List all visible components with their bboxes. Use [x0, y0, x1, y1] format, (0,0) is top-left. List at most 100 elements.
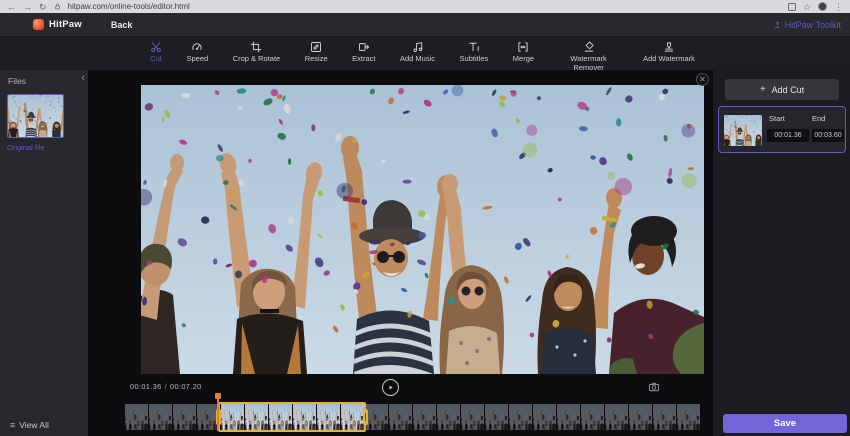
- filmstrip-frame[interactable]: [173, 404, 196, 430]
- app-window: ← → ↻ hitpaw.com/online-tools/editor.htm…: [0, 0, 850, 436]
- filmstrip-frame[interactable]: [437, 404, 460, 430]
- stamp-icon: [663, 41, 675, 53]
- selection-right-handle[interactable]: [363, 409, 368, 425]
- toolbar-item-resize[interactable]: Resize: [305, 41, 328, 64]
- toolbar-item-label: Crop & Rotate: [233, 55, 281, 64]
- files-panel-title: Files: [8, 76, 26, 86]
- toolbar-item-watermark-remover[interactable]: Watermark Remover: [559, 41, 619, 72]
- toolbar-items: Cut Speed Crop & Rotate Resize Extract Add Mu…: [150, 41, 695, 72]
- subtitles-icon: [468, 41, 480, 53]
- view-all-label: View All: [19, 420, 49, 430]
- sidebar-collapse-icon[interactable]: ‹: [81, 73, 85, 84]
- browser-forward-icon[interactable]: →: [23, 2, 32, 12]
- toolbar-item-label: Subtitles: [460, 55, 489, 64]
- watermark-remover-icon: [583, 41, 595, 53]
- snapshot-button[interactable]: [648, 380, 660, 398]
- cut-clip-card[interactable]: Start End 00:01.36 00:03.60: [718, 106, 846, 153]
- toolbar-item-speed[interactable]: Speed: [187, 41, 209, 64]
- view-all-button[interactable]: ≡ View All: [10, 420, 49, 430]
- filmstrip-frame[interactable]: [149, 404, 172, 430]
- save-button[interactable]: Save: [723, 414, 847, 433]
- file-thumbnail[interactable]: [7, 94, 64, 138]
- files-sidebar: Files ‹ Original file ≡ View All: [0, 70, 88, 436]
- play-button[interactable]: [382, 379, 399, 396]
- address-bar[interactable]: hitpaw.com/online-tools/editor.html: [68, 2, 190, 11]
- padlock-icon: [54, 3, 61, 10]
- file-name-label: Original file: [7, 143, 45, 152]
- toolbar-item-label: Add Music: [400, 55, 435, 64]
- add-cut-label: Add Cut: [772, 85, 805, 95]
- close-icon[interactable]: ✕: [696, 73, 709, 86]
- toolbar-item-label: Extract: [352, 55, 375, 64]
- video-preview[interactable]: [141, 85, 704, 374]
- filmstrip-frame[interactable]: [365, 404, 388, 430]
- toolbar-item-crop-rotate[interactable]: Crop & Rotate: [233, 41, 281, 64]
- filmstrip-frame[interactable]: [461, 404, 484, 430]
- browser-menu-icon[interactable]: ⋮: [834, 2, 843, 12]
- app-header: HitPaw Back HitPaw Toolkit: [0, 13, 850, 37]
- cut-panel: + Add Cut Start End 00:01.36 00:03.60 Sa…: [712, 70, 850, 436]
- toolbar-item-add-watermark[interactable]: Add Watermark: [643, 41, 695, 64]
- extensions-icon[interactable]: [788, 3, 796, 11]
- toolbar-item-merge[interactable]: Merge: [513, 41, 534, 64]
- filmstrip-frame[interactable]: [533, 404, 556, 430]
- timeline-filmstrip[interactable]: [125, 404, 702, 430]
- filmstrip-frame[interactable]: [605, 404, 628, 430]
- editor-toolbar: Cut Speed Crop & Rotate Resize Extract Add Mu…: [0, 37, 850, 70]
- arrow-up-icon: [773, 20, 782, 29]
- filmstrip-frame[interactable]: [485, 404, 508, 430]
- end-time-field[interactable]: 00:03.60: [812, 129, 844, 142]
- current-time: 00:01.36: [130, 382, 162, 391]
- bookmark-star-icon[interactable]: ☆: [803, 2, 811, 12]
- toolbar-item-add-music[interactable]: Add Music: [400, 41, 435, 64]
- resize-icon: [310, 41, 322, 53]
- toolbar-item-label: Add Watermark: [643, 55, 695, 64]
- toolbar-item-cut[interactable]: Cut: [150, 41, 162, 64]
- filmstrip-frame[interactable]: [125, 404, 148, 430]
- app-title: HitPaw: [49, 19, 82, 30]
- browser-profile-avatar[interactable]: [818, 2, 827, 11]
- filmstrip-frame[interactable]: [509, 404, 532, 430]
- play-icon: [386, 383, 395, 392]
- filmstrip-frame[interactable]: [557, 404, 580, 430]
- clip-thumbnail: [724, 115, 762, 146]
- browser-chrome: ← → ↻ hitpaw.com/online-tools/editor.htm…: [0, 0, 850, 13]
- toolbar-item-label: Resize: [305, 55, 328, 64]
- music-note-icon: [412, 41, 424, 53]
- start-label: Start: [769, 114, 785, 123]
- time-separator: /: [165, 382, 167, 391]
- toolbar-item-label: Speed: [187, 55, 209, 64]
- playhead[interactable]: [217, 396, 219, 431]
- add-cut-button[interactable]: + Add Cut: [725, 79, 839, 100]
- hitpaw-logo-icon: [33, 19, 44, 30]
- list-icon: ≡: [10, 420, 15, 430]
- merge-icon: [517, 41, 529, 53]
- playback-time: 00:01.36/00:07.20: [130, 382, 202, 391]
- plus-icon: +: [760, 84, 766, 95]
- filmstrip-frame[interactable]: [389, 404, 412, 430]
- back-button[interactable]: Back: [111, 20, 133, 30]
- browser-back-icon[interactable]: ←: [7, 2, 16, 12]
- toolbar-item-label: Merge: [513, 55, 534, 64]
- main-stage: ✕ 00:01.36/00:07.20: [88, 70, 712, 436]
- start-time-field[interactable]: 00:01.36: [767, 129, 809, 142]
- filmstrip-frame[interactable]: [677, 404, 700, 430]
- hitpaw-toolkit-link[interactable]: HitPaw Toolkit: [773, 20, 841, 30]
- crop-icon: [250, 41, 262, 53]
- total-time: 00:07.20: [170, 382, 202, 391]
- playhead-knob[interactable]: [215, 393, 221, 399]
- scissors-icon: [150, 41, 162, 53]
- browser-reload-icon[interactable]: ↻: [39, 2, 47, 12]
- filmstrip-frame[interactable]: [629, 404, 652, 430]
- toolbar-item-subtitles[interactable]: Subtitles: [460, 41, 489, 64]
- extract-icon: [358, 41, 370, 53]
- cut-selection-box[interactable]: [218, 402, 366, 432]
- filmstrip-frame[interactable]: [581, 404, 604, 430]
- end-label: End: [812, 114, 825, 123]
- filmstrip-frame[interactable]: [653, 404, 676, 430]
- toolbar-item-extract[interactable]: Extract: [352, 41, 375, 64]
- filmstrip-frame[interactable]: [413, 404, 436, 430]
- camera-icon: [648, 381, 660, 393]
- speedometer-icon: [191, 41, 203, 53]
- toolkit-link-label: HitPaw Toolkit: [785, 20, 841, 30]
